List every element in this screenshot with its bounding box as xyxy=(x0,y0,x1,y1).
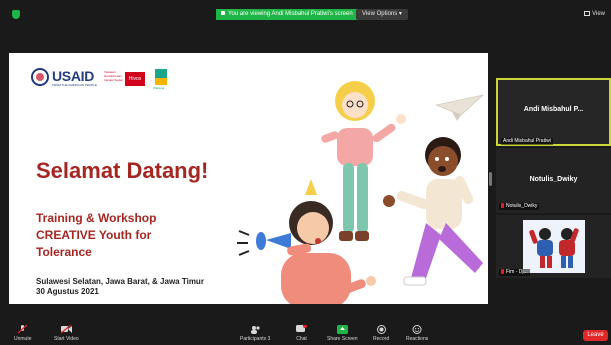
view-button[interactable]: View xyxy=(584,11,605,17)
panel-resize-handle[interactable] xyxy=(489,172,492,186)
partner-logo-label: Wahana xyxy=(153,86,165,90)
partner-logo-text: Yayasan Humanis dan Inovasi Sosial xyxy=(104,70,123,82)
participants-icon xyxy=(250,326,260,334)
share-screen-button[interactable]: Share Screen xyxy=(327,325,358,342)
record-button[interactable]: Record xyxy=(373,325,389,342)
participants-button[interactable]: Participants 3 xyxy=(240,325,270,342)
usaid-seal-icon xyxy=(31,68,49,86)
leave-button[interactable]: Leave xyxy=(583,330,608,341)
chat-button[interactable]: Chat xyxy=(296,325,307,342)
slide-title: Selamat Datang! xyxy=(36,158,209,183)
meeting-toolbar: Unmute Start Video Participants 3 Chat S… xyxy=(0,321,611,345)
participant-tile[interactable]: Notulis_Dwiky Notulis_Dwiky xyxy=(496,148,611,213)
hivos-logo: Hivos xyxy=(125,72,145,86)
slide-subtitle: Training & Workshop CREATIVE Youth for T… xyxy=(36,211,157,259)
muted-mic-icon xyxy=(501,203,504,209)
grid-view-icon xyxy=(584,11,591,16)
muted-microphone-icon xyxy=(17,325,28,334)
muted-mic-icon xyxy=(501,269,504,275)
participant-tile-video[interactable]: Fim - Dj... xyxy=(496,215,611,278)
video-off-icon xyxy=(60,325,72,334)
screen-icon xyxy=(221,11,225,16)
start-video-button[interactable]: Start Video xyxy=(54,325,79,342)
reactions-button[interactable]: Reactions xyxy=(406,325,428,342)
unmute-button[interactable]: Unmute xyxy=(14,325,32,342)
smiley-plus-icon xyxy=(412,325,422,334)
screen-share-banner: You are viewing Andi Misbahul Pratiwi's … xyxy=(216,9,358,20)
chevron-down-icon: ▾ xyxy=(398,11,402,17)
celebration-illustration xyxy=(237,81,485,304)
share-screen-icon xyxy=(336,325,348,334)
slide-location: Sulawesi Selatan, Jawa Barat, & Jawa Tim… xyxy=(36,277,204,296)
participant-tile-active-speaker[interactable]: Andi Misbahul P... Andi Misbahul Pratiwi xyxy=(496,78,611,146)
top-bar: You are viewing Andi Misbahul Pratiwi's … xyxy=(0,0,611,24)
security-shield-icon[interactable] xyxy=(12,10,20,19)
shared-screen-slide: USAID FROM THE AMERICAN PEOPLE Yayasan H… xyxy=(9,53,488,304)
chat-bubble-icon xyxy=(296,325,307,332)
view-options-button[interactable]: View Options ▾ xyxy=(356,9,408,20)
participant-avatar-image xyxy=(523,220,585,273)
record-icon xyxy=(376,325,386,334)
partner-logo-icon xyxy=(155,69,167,85)
participants-count: 3 xyxy=(267,336,271,342)
